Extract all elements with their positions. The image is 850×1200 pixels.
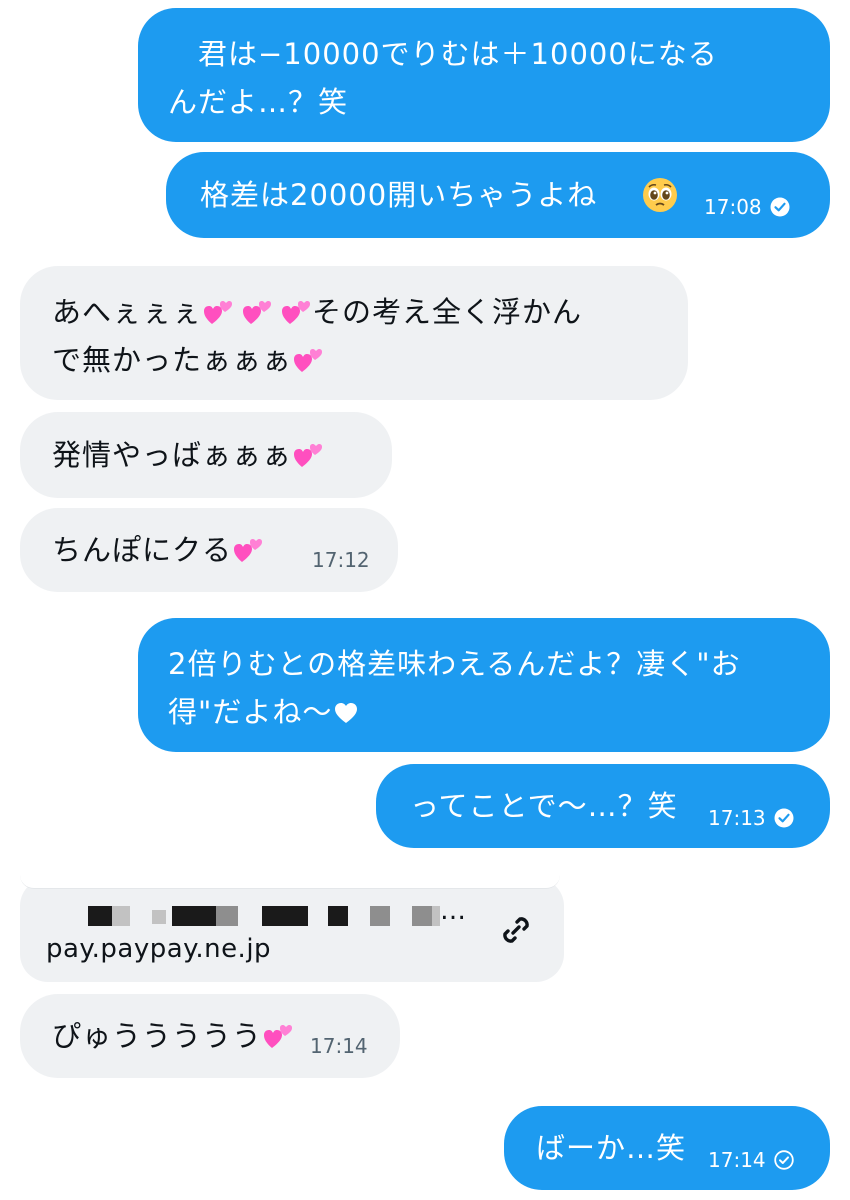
link-preview-image bbox=[20, 862, 560, 889]
message-bubble-out[interactable]: ばーか…笑 17:14 bbox=[504, 1106, 830, 1190]
message-text: ばーか…笑 bbox=[536, 1131, 687, 1165]
link-title-ellipsis: … bbox=[440, 896, 466, 926]
message-bubble-out[interactable]: 格差は20000開いちゃうよね 17:08 bbox=[166, 152, 830, 238]
message-text: ってことで〜…？笑 bbox=[410, 789, 678, 823]
heart-icon bbox=[335, 703, 358, 723]
message-bubble-out[interactable]: 2倍りむとの格差味わえるんだよ？凄く"お 得"だよね〜 bbox=[138, 618, 830, 752]
link-url[interactable]: pay.paypay.ne.jp bbox=[46, 934, 271, 964]
message-text: で無かったぁぁぁ bbox=[52, 343, 293, 377]
message-timestamp: 17:12 bbox=[312, 548, 370, 572]
read-check-icon bbox=[774, 808, 794, 828]
message-text: ぴゅううううう bbox=[52, 1019, 263, 1053]
message-bubble-in[interactable]: 発情やっばぁぁぁ bbox=[20, 412, 392, 498]
two-hearts-icon bbox=[243, 301, 272, 324]
timestamp-text: 17:08 bbox=[704, 195, 762, 219]
message-bubble-out[interactable]: 君は−10000でりむは＋10000になる んだよ…？笑 bbox=[138, 8, 830, 142]
message-timestamp: 17:13 bbox=[708, 806, 794, 830]
message-text: その考え全く浮かん bbox=[312, 295, 583, 329]
message-line: あへぇぇぇ その考え全く浮かん bbox=[52, 288, 582, 336]
pleading-face-icon bbox=[643, 178, 677, 212]
message-timestamp: 17:08 bbox=[704, 195, 790, 219]
timestamp-text: 17:14 bbox=[310, 1034, 368, 1058]
message-line: ぴゅううううう bbox=[52, 1012, 294, 1060]
read-check-icon bbox=[770, 197, 790, 217]
message-text: 発情やっばぁぁぁ bbox=[52, 438, 293, 472]
message-timestamp: 17:14 bbox=[310, 1034, 368, 1058]
message-text: 格差は20000開いちゃうよね bbox=[200, 178, 598, 212]
timestamp-text: 17:14 bbox=[708, 1148, 766, 1172]
message-line: 発情やっばぁぁぁ bbox=[52, 431, 324, 479]
link-icon[interactable] bbox=[496, 910, 536, 950]
message-text: 得"だよね〜 bbox=[168, 695, 333, 729]
message-text: んだよ…？笑 bbox=[168, 85, 349, 119]
two-hearts-icon bbox=[204, 301, 233, 324]
two-hearts-icon bbox=[264, 1025, 293, 1048]
message-line: で無かったぁぁぁ bbox=[52, 336, 324, 384]
message-bubble-out[interactable]: ってことで〜…？笑 17:13 bbox=[376, 764, 830, 848]
message-text: ちんぽにクる bbox=[52, 533, 233, 567]
message-bubble-in[interactable]: ちんぽにクる 17:12 bbox=[20, 508, 398, 592]
two-hearts-icon bbox=[294, 349, 323, 372]
message-text: あへぇぇぇ bbox=[52, 295, 203, 329]
message-timestamp: 17:14 bbox=[708, 1148, 794, 1172]
message-bubble-in[interactable]: あへぇぇぇ その考え全く浮かん で無かったぁぁぁ bbox=[20, 266, 688, 400]
message-bubble-in[interactable]: ぴゅううううう 17:14 bbox=[20, 994, 400, 1078]
message-text: 君は−10000でりむは＋10000になる bbox=[168, 37, 718, 71]
two-hearts-icon bbox=[294, 444, 323, 467]
link-preview-card[interactable] bbox=[20, 878, 564, 982]
two-hearts-icon bbox=[234, 539, 263, 562]
timestamp-text: 17:13 bbox=[708, 806, 766, 830]
message-line: 得"だよね〜 bbox=[168, 688, 358, 736]
sent-check-icon bbox=[773, 1150, 794, 1170]
two-hearts-icon bbox=[282, 301, 311, 324]
message-text: 2倍りむとの格差味わえるんだよ？凄く"お bbox=[168, 647, 741, 681]
timestamp-text: 17:12 bbox=[312, 548, 370, 572]
message-line: ちんぽにクる bbox=[52, 526, 264, 574]
